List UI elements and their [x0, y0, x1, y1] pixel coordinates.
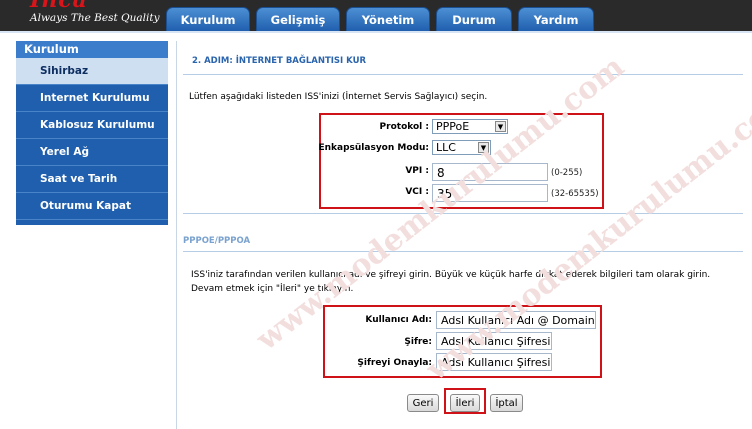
section-title-pppoe: PPPOE/PPPOA [183, 236, 251, 246]
encapsulation-select-value: LLC [436, 140, 456, 154]
password-label: Şifre: [404, 337, 432, 347]
confirm-password-input[interactable]: Adsl Kullanıcı Şifresi [436, 353, 552, 371]
sidebar-title: Kurulum [16, 41, 168, 58]
vci-range-hint: (32-65535) [551, 189, 599, 199]
back-button[interactable]: Geri [407, 394, 439, 412]
vpi-label: VPI : [405, 166, 429, 176]
tab-yonetim[interactable]: Yönetim [346, 7, 430, 31]
vci-input[interactable]: 35 [432, 184, 548, 202]
encapsulation-select[interactable]: LLC ▼ [432, 140, 491, 155]
title-divider [183, 74, 743, 75]
protocol-select[interactable]: PPPoE ▼ [432, 119, 508, 134]
vpi-input[interactable]: 8 [432, 163, 548, 181]
username-input[interactable]: Adsl Kullanıcı Adı @ Domain [436, 311, 596, 329]
header-divider [0, 31, 752, 33]
section-divider [183, 213, 743, 214]
brand-tagline: Always The Best Quality [30, 12, 160, 24]
encapsulation-label: Enkapsülasyon Modu: [318, 143, 429, 153]
sidebar-item-sihirbaz[interactable]: Sihirbaz [16, 58, 168, 85]
section-divider-pppoe [183, 251, 743, 252]
chevron-down-icon: ▼ [478, 142, 489, 153]
page-title: 2. ADIM: İNTERNET BAĞLANTISI KUR [192, 56, 367, 66]
top-header: Inca Always The Best Quality Kurulum Gel… [0, 0, 752, 33]
sidebar-item-yerel-ag[interactable]: Yerel Ağ [16, 139, 168, 166]
sidebar-item-saat-ve-tarih[interactable]: Saat ve Tarih [16, 166, 168, 193]
vci-label: VCI : [405, 187, 429, 197]
username-label: Kullanıcı Adı: [365, 315, 432, 325]
main-content: 2. ADIM: İNTERNET BAĞLANTISI KUR Lütfen … [176, 41, 749, 429]
credentials-description: ISS'iniz tarafından verilen kullanıcı ad… [191, 270, 711, 294]
next-button[interactable]: İleri [450, 394, 480, 412]
tab-yardim[interactable]: Yardım [518, 7, 594, 31]
sidebar-item-internet-kurulumu[interactable]: Internet Kurulumu [16, 85, 168, 112]
sidebar-item-kablosuz-kurulumu[interactable]: Kablosuz Kurulumu [16, 112, 168, 139]
intro-text: Lütfen aşağıdaki listeden ISS'inizi (İnt… [189, 92, 488, 102]
protocol-label: Protokol : [379, 122, 429, 132]
cancel-button[interactable]: İptal [490, 394, 523, 412]
protocol-select-value: PPPoE [436, 119, 470, 133]
vpi-range-hint: (0-255) [551, 168, 583, 178]
password-input[interactable]: Adsl Kullanıcı Şifresi [436, 332, 552, 350]
sidebar-item-oturumu-kapat[interactable]: Oturumu Kapat [16, 193, 168, 220]
sidebar: Kurulum Sihirbaz Internet Kurulumu Kablo… [16, 41, 168, 225]
chevron-down-icon: ▼ [495, 121, 506, 132]
main-tabs: Kurulum Gelişmiş Yönetim Durum Yardım [166, 7, 594, 31]
tab-kurulum[interactable]: Kurulum [166, 7, 250, 31]
tab-gelismis[interactable]: Gelişmiş [256, 7, 340, 31]
confirm-password-label: Şifreyi Onayla: [357, 358, 432, 368]
tab-durum[interactable]: Durum [436, 7, 512, 31]
